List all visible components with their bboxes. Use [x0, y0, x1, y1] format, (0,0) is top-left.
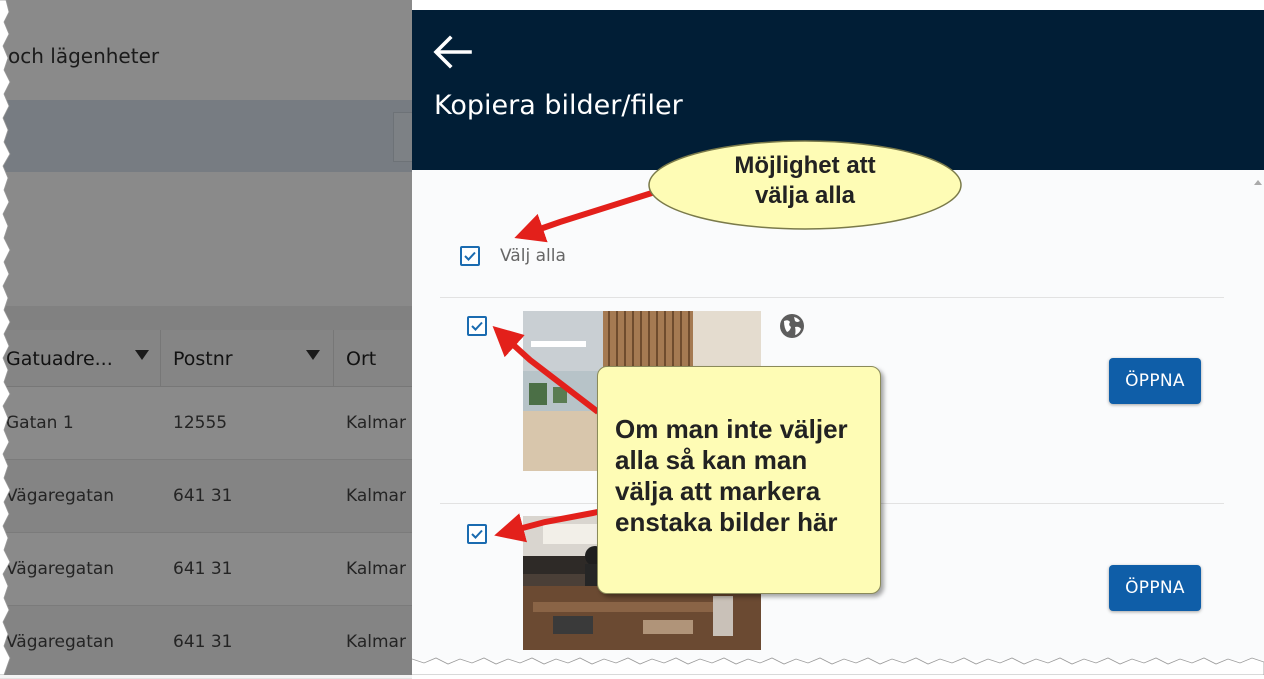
select-all-checkbox[interactable] — [460, 246, 480, 266]
scrollbar-up-arrow[interactable] — [1254, 180, 1262, 185]
select-all-label[interactable]: Välj alla — [500, 246, 566, 266]
torn-edge-bottom — [412, 657, 1264, 675]
drawer-title: Kopiera bilder/filer — [434, 90, 683, 121]
open-button[interactable]: ÖPPNA — [1109, 565, 1201, 611]
item-checkbox[interactable] — [467, 316, 487, 336]
divider — [440, 297, 1224, 298]
checkmark-icon — [471, 529, 483, 539]
open-button[interactable]: ÖPPNA — [1109, 358, 1201, 404]
back-arrow-icon[interactable] — [430, 32, 474, 72]
item-checkbox[interactable] — [467, 524, 487, 544]
checkmark-icon — [464, 251, 476, 261]
callout-individual-select-text: Om man inte väljer alla så kan man välja… — [615, 414, 848, 537]
globe-icon — [780, 314, 804, 338]
callout-select-all-text: Möjlighet att välja alla — [734, 152, 876, 209]
torn-edge-left — [0, 0, 11, 675]
modal-overlay[interactable] — [0, 0, 412, 675]
checkmark-icon — [471, 321, 483, 331]
